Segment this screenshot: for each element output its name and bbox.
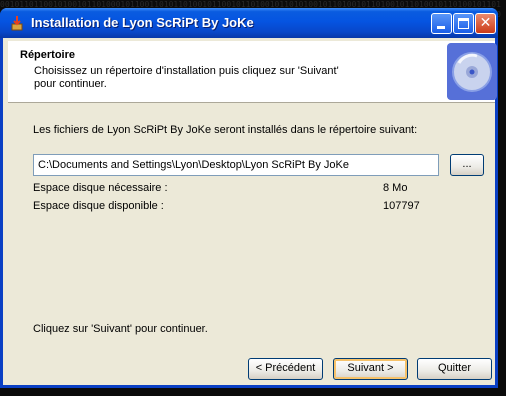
installer-icon: [11, 16, 23, 31]
page-description-line2: pour continuer.: [34, 78, 107, 90]
title-bar[interactable]: Installation de Lyon ScRiPt By JoKe ✕: [0, 8, 498, 38]
space-available-value: 107797: [383, 200, 420, 212]
wizard-header: Répertoire Choisissez un répertoire d'in…: [8, 41, 497, 103]
close-icon: ✕: [479, 15, 492, 31]
minimize-button[interactable]: [431, 13, 452, 34]
maximize-button[interactable]: [453, 13, 474, 34]
previous-button[interactable]: < Précédent: [248, 358, 323, 380]
page-description: Choisissez un répertoire d'installation …: [34, 65, 394, 91]
installer-window: Installation de Lyon ScRiPt By JoKe ✕ Ré…: [0, 8, 498, 388]
close-button[interactable]: ✕: [475, 13, 496, 34]
next-button[interactable]: Suivant >: [333, 358, 408, 380]
cd-disc-icon: [447, 43, 497, 100]
page-description-line1: Choisissez un répertoire d'installation …: [34, 65, 339, 77]
maximize-icon: [458, 18, 469, 29]
space-available-label: Espace disque disponible :: [33, 200, 164, 212]
quit-button[interactable]: Quitter: [417, 358, 492, 380]
page-title: Répertoire: [20, 49, 76, 61]
footer-hint: Cliquez sur 'Suivant' pour continuer.: [33, 323, 208, 335]
install-intro-text: Les fichiers de Lyon ScRiPt By JoKe sero…: [33, 124, 418, 136]
space-required-value: 8 Mo: [383, 182, 408, 194]
space-required-label: Espace disque nécessaire :: [33, 182, 168, 194]
install-path-field[interactable]: [33, 154, 439, 176]
browse-button[interactable]: ...: [450, 154, 484, 176]
minimize-icon: [437, 26, 445, 29]
window-title: Installation de Lyon ScRiPt By JoKe: [31, 15, 254, 30]
